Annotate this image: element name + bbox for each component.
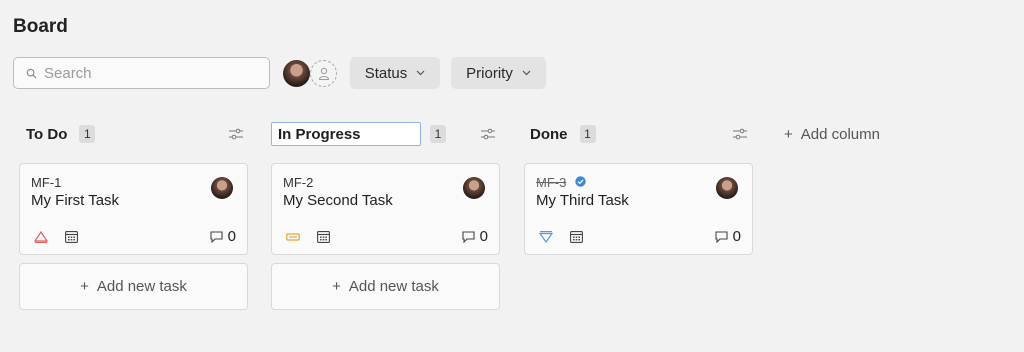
add-column-button[interactable]: + Add column bbox=[784, 126, 880, 143]
comments-count-value: 0 bbox=[732, 228, 741, 245]
status-filter-label: Status bbox=[364, 64, 408, 82]
priority-filter-label: Priority bbox=[466, 64, 513, 82]
search-input[interactable] bbox=[44, 64, 244, 82]
calendar-icon[interactable] bbox=[65, 230, 78, 243]
add-task-label: Add new task bbox=[348, 278, 439, 295]
page-title: Board bbox=[13, 16, 68, 37]
comments-count[interactable]: 0 bbox=[715, 228, 741, 245]
assignee-avatar[interactable] bbox=[463, 177, 485, 199]
priority-filter-button[interactable]: Priority bbox=[451, 57, 546, 89]
task-title: My Second Task bbox=[283, 192, 393, 209]
calendar-icon[interactable] bbox=[570, 230, 583, 243]
add-task-button[interactable]: + Add new task bbox=[19, 263, 248, 310]
add-column-label: Add column bbox=[800, 126, 880, 143]
unassigned-avatar[interactable] bbox=[310, 60, 337, 87]
task-card[interactable]: MF-1 My First Task 0 bbox=[19, 163, 248, 255]
add-task-label: Add new task bbox=[96, 278, 187, 295]
comments-count-value: 0 bbox=[479, 228, 488, 245]
task-card[interactable]: MF-2 My Second Task 0 bbox=[271, 163, 500, 255]
status-filter-button[interactable]: Status bbox=[350, 57, 440, 89]
priority-high-icon[interactable] bbox=[34, 231, 48, 243]
search-icon bbox=[26, 68, 37, 79]
plus-icon: + bbox=[784, 126, 793, 143]
comments-count[interactable]: 0 bbox=[210, 228, 236, 245]
comment-icon bbox=[210, 230, 223, 243]
priority-medium-icon[interactable] bbox=[286, 231, 300, 243]
chevron-down-icon bbox=[416, 70, 425, 76]
add-task-button[interactable]: + Add new task bbox=[271, 263, 500, 310]
user-avatar[interactable] bbox=[283, 60, 310, 87]
task-id: MF-1 bbox=[31, 175, 62, 190]
task-id: MF-2 bbox=[283, 175, 314, 190]
assignee-avatar[interactable] bbox=[211, 177, 233, 199]
calendar-icon[interactable] bbox=[317, 230, 330, 243]
column-title-input[interactable]: In Progress bbox=[271, 122, 421, 146]
comment-icon bbox=[715, 230, 728, 243]
check-circle-icon bbox=[575, 176, 586, 187]
priority-low-icon[interactable] bbox=[539, 231, 553, 243]
sliders-icon[interactable] bbox=[733, 128, 747, 140]
column-count-badge: 1 bbox=[79, 125, 96, 143]
search-field[interactable] bbox=[13, 57, 270, 89]
column-header-todo: To Do 1 bbox=[20, 122, 96, 146]
user-icon bbox=[318, 67, 329, 80]
plus-icon: + bbox=[80, 278, 89, 295]
column-count-badge: 1 bbox=[430, 125, 446, 143]
task-card[interactable]: MF-3 My Third Task 0 bbox=[524, 163, 753, 255]
column-title[interactable]: To Do bbox=[20, 126, 73, 143]
task-title: My Third Task bbox=[536, 192, 629, 209]
column-header-in-progress: In Progress 1 bbox=[271, 122, 446, 146]
column-header-done: Done 1 bbox=[524, 122, 596, 146]
assignee-avatar[interactable] bbox=[716, 177, 738, 199]
task-title: My First Task bbox=[31, 192, 120, 209]
sliders-icon[interactable] bbox=[481, 128, 495, 140]
comments-count-value: 0 bbox=[227, 228, 236, 245]
comment-icon bbox=[462, 230, 475, 243]
task-id: MF-3 bbox=[536, 175, 567, 190]
column-count-badge: 1 bbox=[579, 125, 596, 143]
sliders-icon[interactable] bbox=[229, 128, 243, 140]
column-title[interactable]: Done bbox=[524, 126, 574, 143]
chevron-down-icon bbox=[522, 70, 531, 76]
comments-count[interactable]: 0 bbox=[462, 228, 488, 245]
plus-icon: + bbox=[332, 278, 341, 295]
